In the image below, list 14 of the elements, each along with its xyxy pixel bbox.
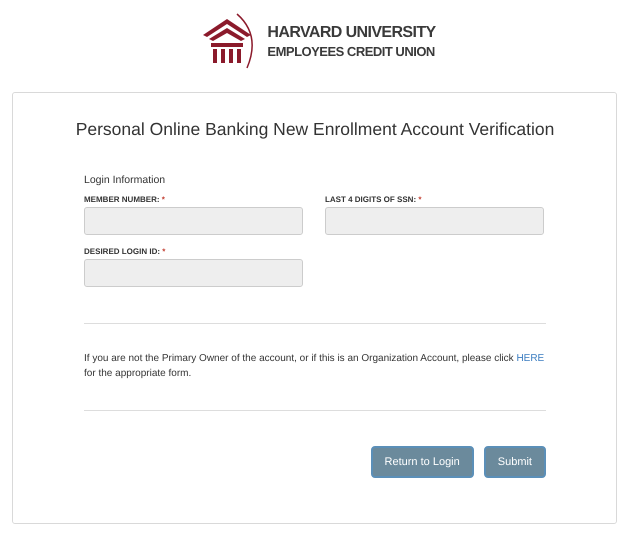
field-label: MEMBER NUMBER: * — [84, 195, 166, 204]
field-label: DESIRED LOGIN ID: * — [84, 247, 166, 256]
input-field[interactable] — [84, 259, 303, 287]
submit-button[interactable]: Submit — [484, 446, 546, 478]
here-link[interactable]: HERE — [516, 353, 544, 364]
logo-title: HARVARD UNIVERSITY — [267, 22, 436, 42]
logo-subtitle: EMPLOYEES CREDIT UNION — [267, 42, 435, 60]
page-title: Personal Online Banking New Enrollment Account Verification — [74, 119, 556, 140]
notice-text: If you are not the Primary Owner of the account, or if this is an Organization Account, please click HERE for the appropriate form. — [84, 352, 546, 381]
section-label: Login Information — [84, 174, 166, 186]
return-button[interactable]: Return to Login — [370, 446, 474, 478]
input-field[interactable] — [325, 207, 544, 235]
input-field[interactable] — [84, 207, 303, 235]
field-label: LAST 4 DIGITS OF SSN: * — [325, 195, 422, 204]
